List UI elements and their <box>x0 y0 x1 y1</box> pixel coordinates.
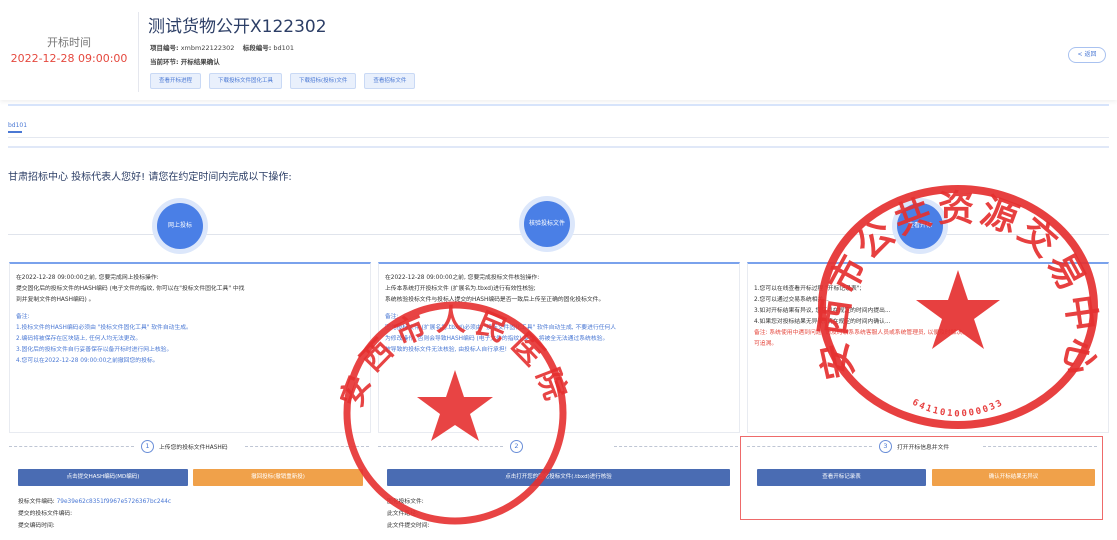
card-verify-file: 在2022-12-28 09:00:00之前, 您要完成投标文件核验操作: 上传… <box>378 262 740 433</box>
card2-note-title: 备注: <box>385 314 399 320</box>
card1-note1: 1.投标文件的HASH编码必须由 "投标文件固化工具" 软件自动生成。 <box>16 325 192 331</box>
step-circle-online-bid: 网上投标 <box>157 203 203 249</box>
open-verify-file-button[interactable]: 点击打开您的固化投标文件(.tbxd)进行核验 <box>387 469 730 486</box>
card-online-bid: 在2022-12-28 09:00:00之前, 您要完成网上投标操作: 提交固化… <box>9 262 371 433</box>
open-time-label: 开标时间 <box>47 36 91 49</box>
open-time-value: 2022-12-28 09:00:00 <box>10 52 128 65</box>
bid-no-label: 标段编号: <box>242 44 272 52</box>
project-meta: 项目编号: xmbm22122302 标段编号: bd101 <box>150 42 294 52</box>
open-time-box: 开标时间 2022-12-28 09:00:00 <box>8 20 130 80</box>
bid-file-hash: 投标文件编码: 79e39e62c8351f9967e5726367bc244c <box>18 496 171 505</box>
step-circle-verify-file: 核验投标文件 <box>524 201 570 247</box>
card3-remark2: 可追溯。 <box>754 341 778 347</box>
step2-dash-right <box>614 446 738 447</box>
card1-line1: 在2022-12-28 09:00:00之前, 您要完成网上投标操作: <box>16 275 159 281</box>
card2-note3: 被导致的投标文件无法核验, 由投标人自行承担! <box>385 347 507 353</box>
card3-line1: 1.您可以在线查看开标过程 "开标记录表"; <box>754 286 862 292</box>
card1-line3: 到并复制文件的HASH编码) 。 <box>16 297 95 303</box>
card1-note3: 3.固化后的投标文件自行妥善保存以备开标时进行网上核验。 <box>16 347 173 353</box>
header-underline <box>8 104 1109 106</box>
greeting-text: 甘肃招标中心 投标代表人您好! 请您在约定时间内完成以下操作: <box>8 172 292 183</box>
section-divider <box>8 146 1109 148</box>
view-tender-file-button[interactable]: 查看招标文件 <box>364 73 416 89</box>
download-solidify-tool-button[interactable]: 下载投标文件固化工具 <box>209 73 283 89</box>
file-path-label: 此文件路径: <box>387 511 418 517</box>
back-button[interactable]: < 返回 <box>1068 47 1106 63</box>
step1-dash-right <box>245 446 369 447</box>
bid-file-hash-label: 投标文件编码: <box>18 499 55 505</box>
view-open-progress-button[interactable]: 查看开标进程 <box>150 73 202 89</box>
bid-file-hash-value: 79e39e62c8351f9967e5726367bc244c <box>56 499 172 505</box>
submit-hash-button[interactable]: 点击提交HASH编码(MD编码) <box>18 469 188 486</box>
current-step-label: 当前环节: <box>150 58 179 66</box>
download-tender-file-button[interactable]: 下载招标(投标)文件 <box>290 73 357 89</box>
card2-line2: 上传本系统打开投标文件 (扩展名为.tbxd)进行有效性核验; <box>385 286 536 292</box>
project-no-label: 项目编号: <box>150 44 179 52</box>
card2-note2: 为修改操作, 否则会导致HASH编码 (电子文件的指纹) 变化, 将被全无法通过… <box>385 336 609 342</box>
tab-bd101[interactable]: bd101 <box>8 122 27 129</box>
active-tab-indicator <box>8 131 22 133</box>
project-no: xmbm22122302 <box>180 44 235 52</box>
card1-note-title: 备注: <box>16 314 30 320</box>
submitted-code-label: 提交的投标文件编码: <box>18 511 73 517</box>
solidified-file-label: 固化投标文件: <box>387 499 424 505</box>
header-divider <box>138 12 139 92</box>
card3-line4: 4.如果您对投标结果无异议, 请在规定的时间内确认... <box>754 319 891 325</box>
card1-note4: 4.您可以在2022-12-28 09:00:00之前撤回您的投标。 <box>16 358 159 364</box>
card2-line3: 系统核验投标文件与投标人提交的HASH编码是否一致后上传至正确的固化投标文件。 <box>385 297 605 303</box>
step1-number: 1 <box>141 440 154 453</box>
step1-dash-left <box>9 446 134 447</box>
file-submit-time-label: 此文件提交时间: <box>387 523 430 529</box>
step1-header: 1 上传您的投标文件HASH码 <box>9 440 369 453</box>
card3-remark: 备注: 系统使用中遇到问题, 请及时联系系统客服人员或系统管理员, 以便及时解决… <box>754 330 969 336</box>
page-title: 测试货物公开X122302 <box>148 17 327 37</box>
tab-divider <box>8 137 1109 138</box>
card1-note2: 2.编码将被保存在区块链上, 任何人均无法更改。 <box>16 336 142 342</box>
step2-dash-left <box>378 446 503 447</box>
step1-title: 上传您的投标文件HASH码 <box>159 445 228 451</box>
card1-line2: 提交固化后的投标文件的HASH编码 (电子文件的指纹, 你可以在"投标文件固化工… <box>16 286 245 292</box>
card3-line2: 2.您可以通过交易系统相关... <box>754 297 829 303</box>
step2-number: 2 <box>510 440 523 453</box>
submit-time-label: 提交编码时间: <box>18 523 55 529</box>
card3-line3: 3.如对开标结果有异议, 您可以在规定的时间内提出... <box>754 308 891 314</box>
bid-no: bd101 <box>273 44 295 52</box>
highlight-box <box>740 436 1103 520</box>
header-button-row: 查看开标进程 下载投标文件固化工具 下载招标(投标)文件 查看招标文件 <box>150 73 416 89</box>
current-step-meta: 当前环节: 开标结果确认 <box>150 56 220 66</box>
card-view-open: 1.您可以在线查看开标过程 "开标记录表"; 2.您可以通过交易系统相关... … <box>747 262 1109 433</box>
step2-header: 2 <box>378 440 738 453</box>
withdraw-bid-button[interactable]: 撤回投标(撤销重新投) <box>193 469 363 486</box>
current-step: 开标结果确认 <box>180 58 220 66</box>
card2-line1: 在2022-12-28 09:00:00之前, 您要完成投标文件核验操作: <box>385 275 540 281</box>
card2-note1: 固化投标文件 (扩展名为.tbxd)必须由 "投标文件固化工具" 软件自动生成,… <box>385 325 617 331</box>
step-circle-view-open: 查看开标 <box>897 203 943 249</box>
header-bar: 开标时间 2022-12-28 09:00:00 测试货物公开X122302 项… <box>0 0 1117 100</box>
